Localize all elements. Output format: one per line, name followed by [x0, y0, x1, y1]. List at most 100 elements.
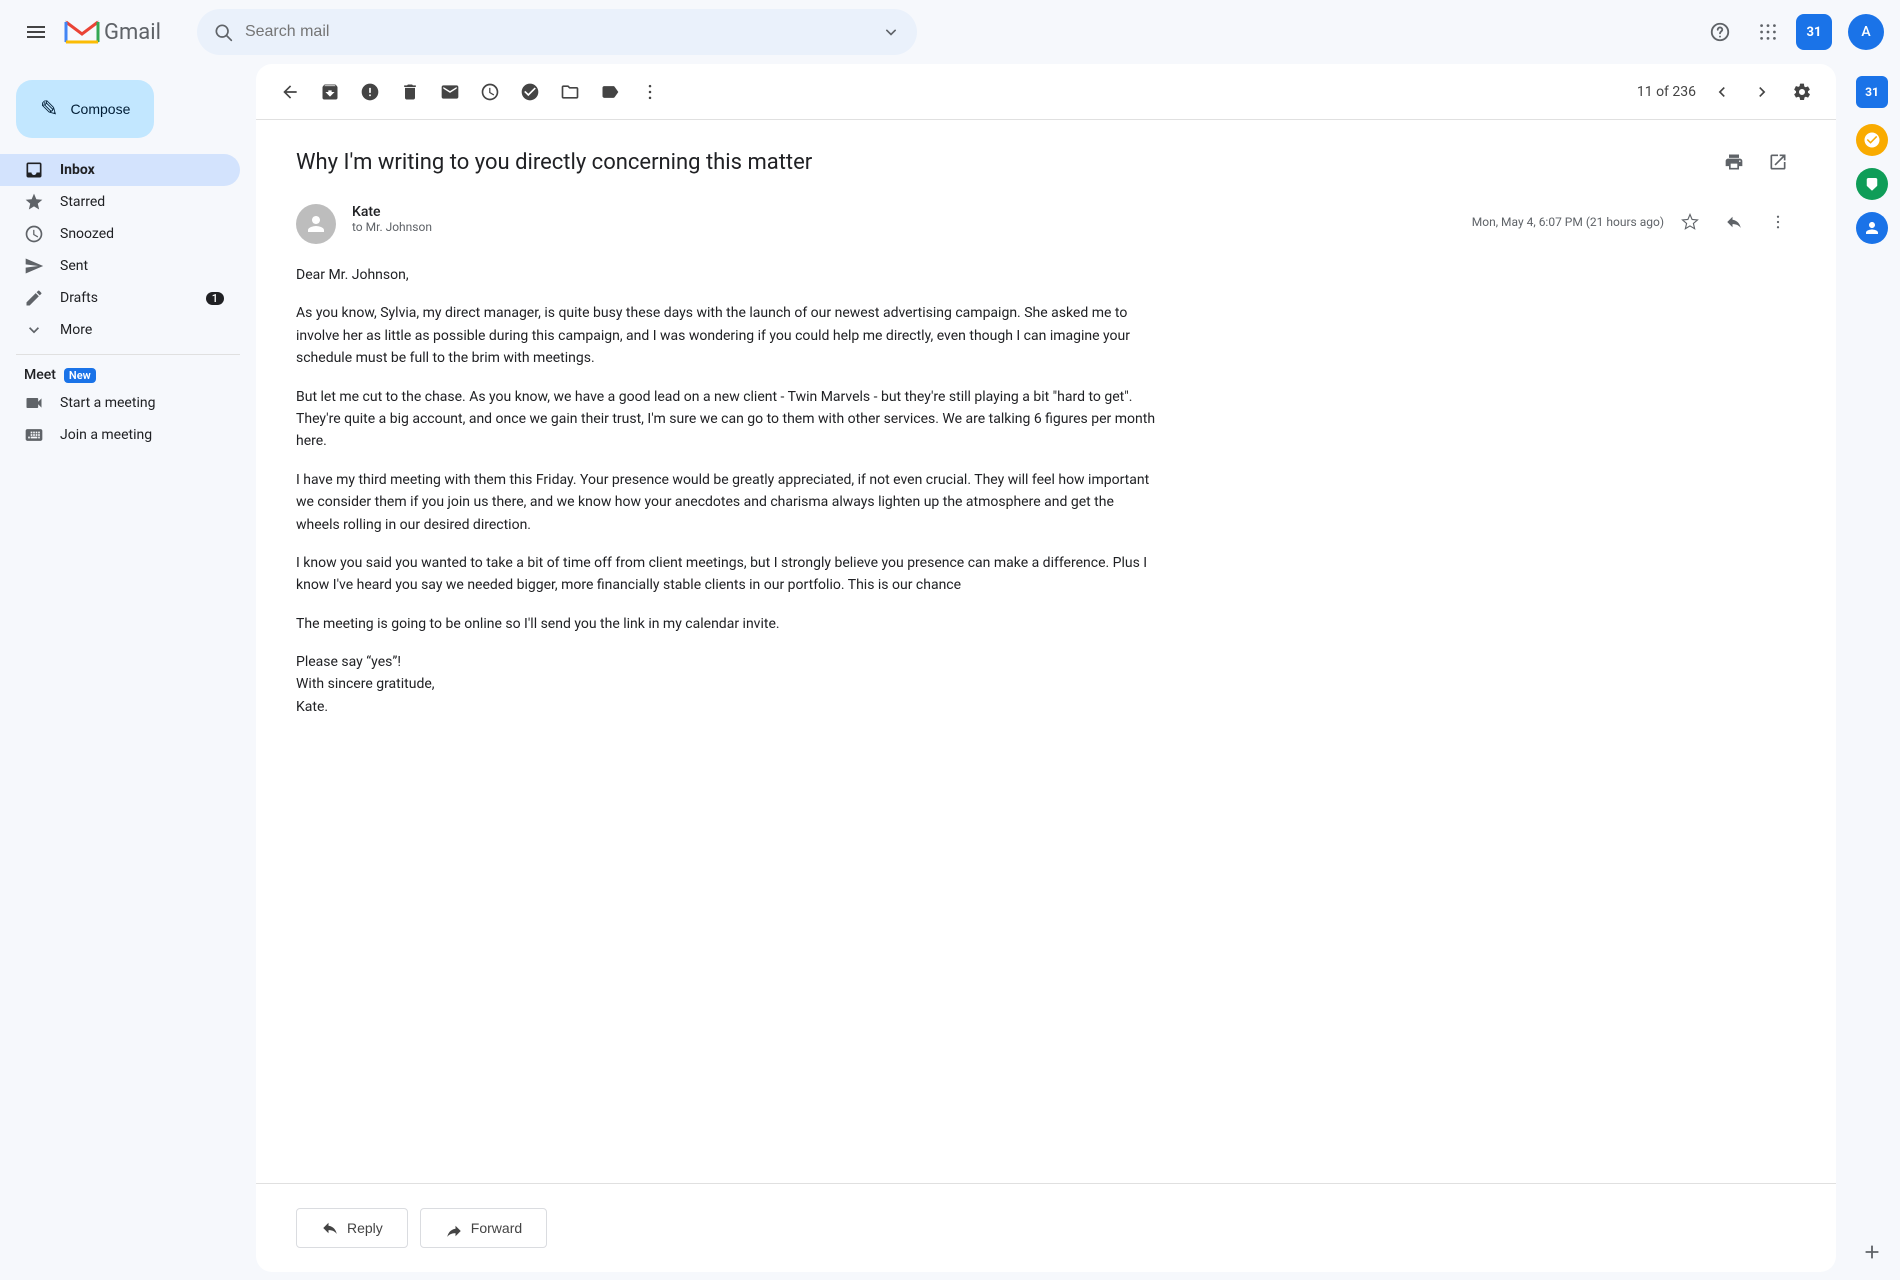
main-layout: ✎ Compose Inbox Starred Snoozed: [0, 64, 1900, 1280]
sidebar-item-starred[interactable]: Starred: [0, 186, 240, 218]
reply-inline-icon: [1725, 213, 1743, 231]
sidebar-item-join-meeting-label: Join a meeting: [60, 427, 224, 443]
meet-label-text: Meet: [24, 367, 56, 383]
report-spam-button[interactable]: [352, 74, 388, 110]
back-arrow-icon: [280, 82, 300, 102]
compose-button[interactable]: ✎ Compose: [16, 80, 154, 138]
email-actions: Reply Forward: [256, 1183, 1836, 1272]
gmail-logo-text: Gmail: [104, 20, 161, 45]
message-more-button[interactable]: [1760, 204, 1796, 240]
star-message-button[interactable]: [1672, 204, 1708, 240]
user-avatar[interactable]: A: [1848, 14, 1884, 50]
message-more-icon: [1769, 213, 1787, 231]
compose-plus-icon: ✎: [40, 96, 58, 122]
task-icon: [520, 82, 540, 102]
archive-icon: [320, 82, 340, 102]
meet-section-label: Meet New: [0, 363, 256, 387]
topbar-right: 31 A: [1700, 12, 1884, 52]
prev-arrow-icon: [1712, 82, 1732, 102]
right-sidebar-calendar[interactable]: 31: [1852, 72, 1892, 112]
sender-name: Kate: [352, 204, 1456, 220]
more-options-icon: [640, 82, 660, 102]
sidebar-item-sent-label: Sent: [60, 258, 224, 274]
snooze-icon: [480, 82, 500, 102]
sidebar-item-drafts-label: Drafts: [60, 290, 190, 306]
print-icon: [1724, 152, 1744, 172]
sidebar-item-more[interactable]: More: [0, 314, 240, 346]
sidebar-item-snoozed[interactable]: Snoozed: [0, 218, 240, 250]
calendar-avatar[interactable]: 31: [1796, 14, 1832, 50]
gmail-logo[interactable]: Gmail: [64, 18, 161, 46]
next-arrow-icon: [1752, 82, 1772, 102]
email-body: Dear Mr. Johnson, As you know, Sylvia, m…: [296, 264, 1156, 718]
open-in-new-button[interactable]: [1760, 144, 1796, 180]
email-date: Mon, May 4, 6:07 PM (21 hours ago): [1472, 215, 1664, 229]
search-icon: [213, 22, 233, 42]
next-email-button[interactable]: [1744, 74, 1780, 110]
sidebar-item-inbox[interactable]: Inbox: [0, 154, 240, 186]
open-new-icon: [1768, 152, 1788, 172]
sidebar-item-snoozed-label: Snoozed: [60, 226, 224, 242]
forward-label: Forward: [471, 1220, 522, 1236]
more-options-button[interactable]: [632, 74, 668, 110]
right-sidebar-tasks[interactable]: [1852, 120, 1892, 160]
star-message-icon: [1681, 213, 1699, 231]
email-body-p3: I have my third meeting with them this F…: [296, 469, 1156, 536]
add-icon: [1861, 1241, 1883, 1263]
email-meta-right: Mon, May 4, 6:07 PM (21 hours ago): [1472, 204, 1796, 240]
right-sidebar: 31: [1844, 64, 1900, 1280]
drafts-icon: [24, 288, 44, 308]
settings-icon: [1792, 82, 1812, 102]
email-body-p2: But let me cut to the chase. As you know…: [296, 386, 1156, 453]
meet-new-badge: New: [64, 368, 96, 383]
right-sidebar-keep[interactable]: [1852, 164, 1892, 204]
calendar-date: 31: [1807, 25, 1822, 40]
spam-icon: [360, 82, 380, 102]
apps-icon: [1757, 21, 1779, 43]
label-button[interactable]: [592, 74, 628, 110]
reply-label: Reply: [347, 1220, 383, 1236]
sidebar-item-join-meeting[interactable]: Join a meeting: [0, 419, 240, 451]
keyboard-icon: [24, 425, 44, 445]
apps-button[interactable]: [1748, 12, 1788, 52]
right-sidebar-contacts[interactable]: [1852, 208, 1892, 248]
sidebar-item-drafts[interactable]: Drafts 1: [0, 282, 240, 314]
sidebar-item-inbox-label: Inbox: [60, 162, 224, 178]
search-dropdown-icon[interactable]: [881, 22, 901, 42]
prev-email-button[interactable]: [1704, 74, 1740, 110]
help-button[interactable]: [1700, 12, 1740, 52]
topbar: Gmail: [0, 0, 1900, 64]
sidebar-item-start-meeting[interactable]: Start a meeting: [0, 387, 240, 419]
move-to-icon: [560, 82, 580, 102]
reply-button[interactable]: Reply: [296, 1208, 408, 1248]
contacts-icon: [1856, 212, 1888, 244]
content-area: 11 of 236 Why I'm writing to you directl…: [256, 64, 1900, 1280]
hamburger-button[interactable]: [16, 12, 56, 52]
email-header: Kate to Mr. Johnson Mon, May 4, 6:07 PM …: [296, 204, 1796, 244]
back-button[interactable]: [272, 74, 308, 110]
print-button[interactable]: [1716, 144, 1752, 180]
sidebar-item-sent[interactable]: Sent: [0, 250, 240, 282]
right-sidebar-add[interactable]: [1852, 1232, 1892, 1272]
mark-unread-button[interactable]: [432, 74, 468, 110]
sidebar-divider: [16, 354, 240, 355]
email-body-p5: The meeting is going to be online so I'l…: [296, 613, 1156, 635]
drafts-badge: 1: [206, 292, 224, 305]
archive-button[interactable]: [312, 74, 348, 110]
clock-icon: [24, 224, 44, 244]
snooze-button[interactable]: [472, 74, 508, 110]
keep-icon: [1863, 175, 1881, 193]
delete-button[interactable]: [392, 74, 428, 110]
search-input[interactable]: [245, 23, 869, 41]
settings-button[interactable]: [1784, 74, 1820, 110]
move-to-button[interactable]: [552, 74, 588, 110]
email-body-p4: I know you said you wanted to take a bit…: [296, 552, 1156, 597]
help-icon: [1709, 21, 1731, 43]
sidebar-more-label: More: [60, 322, 224, 338]
forward-button[interactable]: Forward: [420, 1208, 547, 1248]
reply-icon: [321, 1219, 339, 1237]
sidebar: ✎ Compose Inbox Starred Snoozed: [0, 64, 256, 1280]
task-button[interactable]: [512, 74, 548, 110]
reply-inline-button[interactable]: [1716, 204, 1752, 240]
user-initials: A: [1861, 24, 1870, 40]
